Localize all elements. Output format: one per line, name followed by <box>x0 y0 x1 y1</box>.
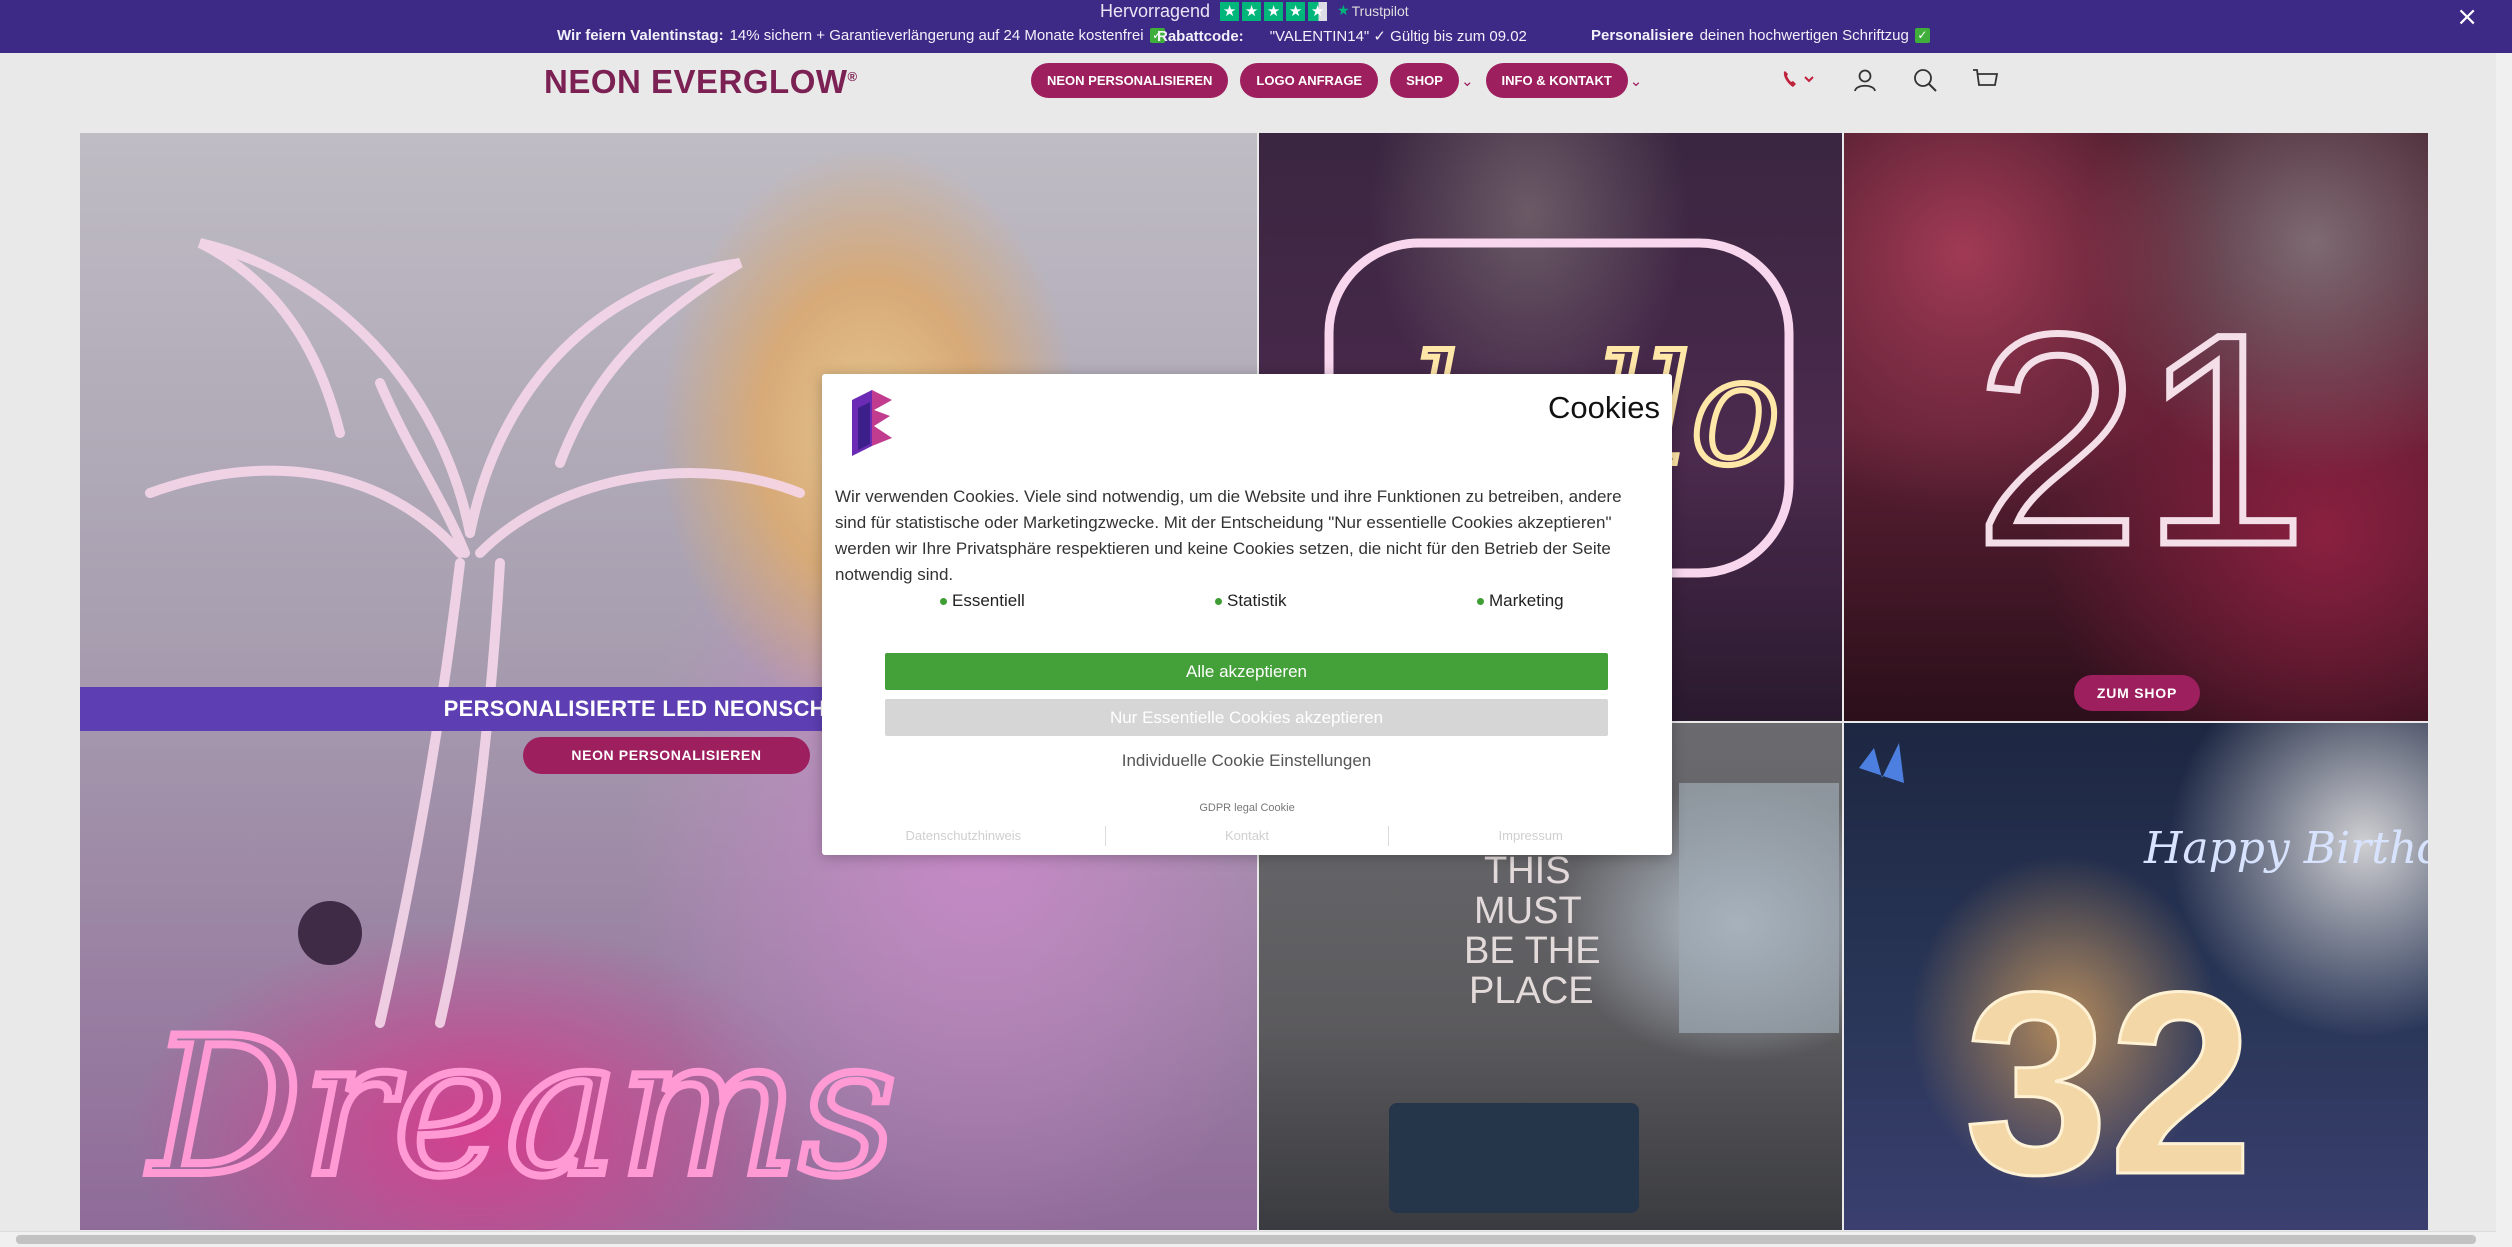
promo-discount-code: Rabattcode: "VALENTIN14" ✓ Gültig bis zu… <box>1157 27 1527 46</box>
star-icon: ★ <box>1242 1 1262 21</box>
contact-link[interactable]: Kontakt <box>1106 826 1389 846</box>
neon-dreams-text: Dreams <box>147 997 897 1218</box>
star-icon: ★ <box>1220 1 1240 21</box>
trustpilot-logo: ★ Trustpilot <box>1337 3 1409 19</box>
gdpr-credit: GDPR legal Cookie <box>1199 802 1295 814</box>
site-header: NEON EVERGLOW® NEON PERSONALISIEREN LOGO… <box>0 53 2496 133</box>
cookie-option-essentiell[interactable]: Essentiell <box>940 591 1025 611</box>
cookie-categories: Essentiell Statistik Marketing <box>835 591 1655 615</box>
sofa <box>1389 1103 1639 1213</box>
promo-valentine: Wir feiern Valentinstag: 14% sichern + G… <box>557 27 1165 44</box>
cookie-option-label: Essentiell <box>952 591 1025 610</box>
site-logo[interactable]: NEON EVERGLOW® <box>544 63 858 101</box>
nav-info-kontakt[interactable]: INFO & KONTAKT <box>1485 63 1628 98</box>
accept-all-button[interactable]: Alle akzeptieren <box>885 653 1608 690</box>
trustpilot-label: Trustpilot <box>1351 3 1409 19</box>
trustpilot-star-icon: ★ <box>1337 3 1350 19</box>
neon-place-line: BE THE <box>1464 930 1601 972</box>
nav-shop[interactable]: SHOP <box>1390 63 1459 98</box>
promo-text: 14% sichern + Garantieverlängerung auf 2… <box>729 27 1144 44</box>
cookie-option-label: Statistik <box>1227 591 1287 610</box>
cookie-title: Cookies <box>1548 390 1660 425</box>
rating-stars: ★ ★ ★ ★ ★ <box>1220 1 1328 21</box>
brand-logo-icon <box>844 386 900 462</box>
promo-bold: Wir feiern Valentinstag: <box>557 27 724 44</box>
scrollbar-thumb[interactable] <box>16 1235 2476 1244</box>
neon-happy-birthday-text: Happy Birthday <box>2143 823 2428 874</box>
close-announcement-icon[interactable]: × <box>2456 2 2478 32</box>
privacy-link[interactable]: Datenschutzhinweis <box>822 826 1105 846</box>
search-icon[interactable] <box>1910 65 1940 95</box>
account-icon[interactable] <box>1850 65 1880 95</box>
neon-personalisieren-button[interactable]: NEON PERSONALISIEREN <box>523 737 810 774</box>
promo-text: "VALENTIN14" ✓ Gültig bis zum 09.02 <box>1269 28 1527 45</box>
neon-place-line: THIS <box>1484 850 1571 892</box>
chevron-down-icon[interactable]: ⌄ <box>1461 72 1474 90</box>
cookie-modal: Cookies Wir verwenden Cookies. Viele sin… <box>822 374 1672 855</box>
check-icon: ✓ <box>1914 28 1930 43</box>
hero-tile-32[interactable]: Happy Birthday 32 <box>1844 723 2428 1230</box>
promo-bold: Personalisiere <box>1591 27 1694 44</box>
star-icon: ★ <box>1264 1 1284 21</box>
vertical-scrollbar[interactable] <box>2496 53 2512 1247</box>
main-nav: NEON PERSONALISIEREN LOGO ANFRAGE SHOP ⌄… <box>1031 63 1642 98</box>
cookie-option-marketing[interactable]: Marketing <box>1477 591 1564 611</box>
promo-personalize: Personalisiere deinen hochwertigen Schri… <box>1591 27 1930 44</box>
cookie-option-label: Marketing <box>1489 591 1564 610</box>
nav-logo-anfrage[interactable]: LOGO ANFRAGE <box>1240 63 1379 98</box>
promo-bold: Rabattcode: <box>1157 27 1244 45</box>
unicorn-eye <box>298 901 362 965</box>
announcement-bar: Hervorragend ★ ★ ★ ★ ★ ★ Trustpilot Wir f… <box>0 0 2512 53</box>
rating-text: Hervorragend <box>1100 0 1211 21</box>
star-half-icon: ★ <box>1308 1 1328 21</box>
hero-tile-21[interactable]: 21 <box>1844 133 2428 721</box>
neon-21-text: 21 <box>1974 271 2308 607</box>
status-dot-icon <box>1215 597 1222 605</box>
star-icon: ★ <box>1286 1 1306 21</box>
zum-shop-button[interactable]: ZUM SHOP <box>2074 675 2200 711</box>
logo-text: NEON EVERGLOW <box>544 63 848 100</box>
imprint-link[interactable]: Impressum <box>1389 826 1672 846</box>
cart-icon[interactable] <box>1970 65 2000 95</box>
cookie-option-statistik[interactable]: Statistik <box>1215 591 1287 611</box>
brand-watermark-icon <box>1859 743 1904 783</box>
neon-place-line: PLACE <box>1469 970 1594 1012</box>
neon-place-line: MUST <box>1474 890 1582 932</box>
individual-settings-link[interactable]: Individuelle Cookie Einstellungen <box>885 745 1608 777</box>
trustpilot-rating[interactable]: Hervorragend ★ ★ ★ ★ ★ ★ Trustpilot <box>1100 0 1409 22</box>
status-dot-icon <box>940 597 947 605</box>
window <box>1679 783 1839 1033</box>
status-dot-icon <box>1477 597 1484 605</box>
phone-icon[interactable] <box>1780 65 1820 95</box>
accept-essential-button[interactable]: Nur Essentielle Cookies akzeptieren <box>885 699 1608 736</box>
logo-registered-mark: ® <box>847 69 858 84</box>
cookie-footer-links: Datenschutzhinweis Kontakt Impressum <box>822 826 1672 846</box>
nav-neon-personalisieren[interactable]: NEON PERSONALISIEREN <box>1031 63 1229 98</box>
promo-text: deinen hochwertigen Schriftzug <box>1699 27 1909 44</box>
horizontal-scrollbar[interactable] <box>0 1231 2496 1247</box>
chevron-down-icon[interactable]: ⌄ <box>1630 72 1643 90</box>
header-icons <box>1780 65 2000 95</box>
marquee-32-text: 32 <box>1964 939 2253 1229</box>
cookie-description: Wir verwenden Cookies. Viele sind notwen… <box>835 487 1622 584</box>
